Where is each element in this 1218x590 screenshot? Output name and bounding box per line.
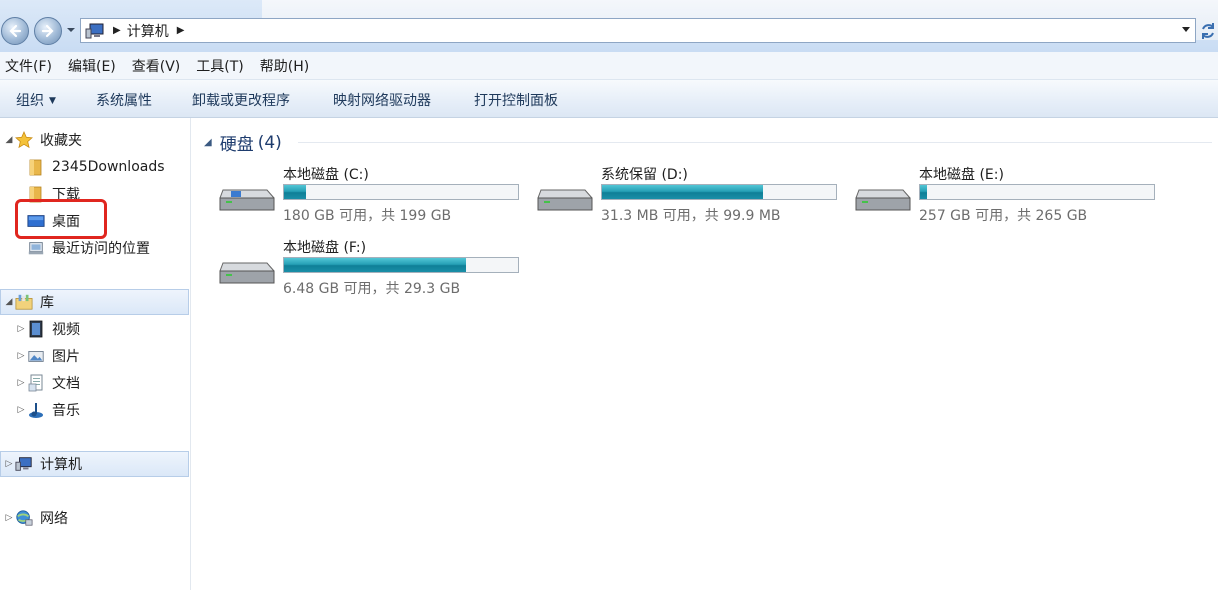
drive-tile[interactable]: 本地磁盘 (E:) 257 GB 可用，共 265 GB — [853, 164, 1155, 228]
forward-icon — [41, 24, 54, 38]
nav-item-label: 视频 — [52, 322, 80, 338]
nav-item-videos[interactable]: ▷ 视频 — [15, 316, 80, 342]
collapse-group-icon[interactable]: ◢ — [204, 137, 212, 148]
expand-toggle-icon[interactable]: ▷ — [15, 324, 27, 334]
highlight-annotation-box — [15, 199, 107, 239]
nav-item-2345downloads[interactable]: 2345Downloads — [15, 154, 165, 180]
back-button[interactable] — [1, 17, 29, 45]
drive-name: 系统保留 (D:) — [601, 167, 688, 183]
organize-button[interactable]: 组织 ▼ — [16, 90, 56, 110]
pictures-icon — [27, 347, 45, 365]
recent-pages-dropdown-icon[interactable] — [66, 27, 76, 33]
drive-free-space: 31.3 MB 可用，共 99.9 MB — [601, 208, 781, 224]
star-icon — [15, 131, 33, 149]
group-header-hard-disks[interactable]: ◢ 硬盘 (4) — [204, 130, 282, 156]
nav-computer-label: 计算机 — [40, 457, 82, 473]
forward-button[interactable] — [34, 17, 62, 45]
network-icon — [15, 509, 33, 527]
address-box[interactable]: ▶ 计算机 ▶ — [80, 18, 1196, 43]
address-dropdown-icon[interactable] — [1181, 26, 1191, 33]
video-icon — [27, 320, 45, 338]
organize-label: 组织 — [16, 93, 44, 109]
nav-item-documents[interactable]: ▷ 文档 — [15, 370, 80, 396]
drive-free-space: 6.48 GB 可用，共 29.3 GB — [283, 281, 461, 297]
nav-network[interactable]: ▷ 网络 — [3, 505, 68, 531]
nav-item-label: 文档 — [52, 376, 80, 392]
open-control-panel-button[interactable]: 打开控制面板 — [474, 90, 558, 110]
hard-drive-icon — [219, 262, 275, 284]
nav-item-pictures[interactable]: ▷ 图片 — [15, 343, 80, 369]
nav-item-music[interactable]: ▷ 音乐 — [15, 397, 80, 423]
group-title: 硬盘 — [219, 135, 254, 155]
back-icon — [9, 24, 22, 38]
nav-item-recent-places[interactable]: 最近访问的位置 — [15, 235, 150, 261]
breadcrumb-separator[interactable]: ▶ — [177, 25, 185, 36]
menu-help[interactable]: 帮助(H) — [260, 56, 309, 76]
breadcrumb-separator[interactable]: ▶ — [113, 25, 121, 36]
expand-toggle-icon[interactable]: ▷ — [3, 459, 15, 469]
nav-favorites[interactable]: ◢ 收藏夹 — [3, 127, 82, 153]
drive-usage-bar — [601, 184, 837, 200]
computer-icon — [85, 23, 104, 38]
expand-toggle-icon[interactable]: ◢ — [3, 297, 15, 307]
drive-usage-fill — [920, 185, 928, 199]
menu-file[interactable]: 文件(F) — [5, 56, 52, 76]
music-icon — [27, 401, 45, 419]
drive-name: 本地磁盘 (F:) — [283, 240, 367, 256]
chevron-down-icon: ▼ — [49, 96, 56, 106]
refresh-icon[interactable] — [1198, 20, 1218, 42]
drive-tile[interactable]: 系统保留 (D:) 31.3 MB 可用，共 99.9 MB — [535, 164, 837, 228]
drive-usage-fill — [602, 185, 763, 199]
group-count: (4) — [257, 132, 282, 153]
documents-icon — [27, 374, 45, 392]
drive-name: 本地磁盘 (E:) — [919, 167, 1004, 183]
drive-name: 本地磁盘 (C:) — [283, 167, 369, 183]
nav-libraries-label: 库 — [40, 295, 54, 311]
drive-usage-fill — [284, 185, 307, 199]
nav-computer[interactable]: ▷ 计算机 — [3, 451, 82, 477]
menu-bar: 文件(F) 编辑(E) 查看(V) 工具(T) 帮助(H) — [0, 52, 1218, 80]
nav-item-label: 音乐 — [52, 403, 80, 419]
address-bar-area: ▶ 计算机 ▶ — [0, 0, 1218, 52]
nav-item-label: 最近访问的位置 — [52, 241, 150, 257]
drive-usage-bar — [283, 257, 519, 273]
expand-toggle-icon[interactable]: ◢ — [3, 135, 15, 145]
uninstall-program-button[interactable]: 卸载或更改程序 — [192, 90, 290, 110]
hard-drive-icon — [219, 189, 275, 211]
drive-usage-bar — [919, 184, 1155, 200]
group-divider — [298, 142, 1212, 143]
map-network-drive-button[interactable]: 映射网络驱动器 — [333, 90, 431, 110]
system-properties-button[interactable]: 系统属性 — [96, 90, 152, 110]
drive-tile[interactable]: 本地磁盘 (F:) 6.48 GB 可用，共 29.3 GB — [217, 237, 519, 301]
folder-icon — [27, 158, 45, 176]
drive-free-space: 180 GB 可用，共 199 GB — [283, 208, 452, 224]
menu-edit[interactable]: 编辑(E) — [68, 56, 116, 76]
menu-tools[interactable]: 工具(T) — [196, 56, 243, 76]
library-icon — [15, 293, 33, 311]
menu-view[interactable]: 查看(V) — [132, 56, 181, 76]
nav-favorites-label: 收藏夹 — [40, 133, 82, 149]
nav-network-label: 网络 — [40, 511, 68, 527]
drive-tile[interactable]: 本地磁盘 (C:) 180 GB 可用，共 199 GB — [217, 164, 519, 228]
command-bar: 组织 ▼ 系统属性 卸载或更改程序 映射网络驱动器 打开控制面板 — [0, 80, 1218, 118]
hard-drive-icon — [537, 189, 593, 211]
computer-icon — [15, 455, 33, 473]
drive-usage-fill — [284, 258, 467, 272]
expand-toggle-icon[interactable]: ▷ — [15, 405, 27, 415]
expand-toggle-icon[interactable]: ▷ — [3, 513, 15, 523]
expand-toggle-icon[interactable]: ▷ — [15, 378, 27, 388]
drive-free-space: 257 GB 可用，共 265 GB — [919, 208, 1088, 224]
nav-item-label: 图片 — [52, 349, 80, 365]
recent-places-icon — [27, 239, 45, 257]
nav-item-label: 2345Downloads — [52, 159, 165, 175]
breadcrumb-computer[interactable]: 计算机 — [127, 21, 169, 41]
nav-libraries[interactable]: ◢ 库 — [3, 289, 54, 315]
expand-toggle-icon[interactable]: ▷ — [15, 351, 27, 361]
drive-usage-bar — [283, 184, 519, 200]
hard-drive-icon — [855, 189, 911, 211]
